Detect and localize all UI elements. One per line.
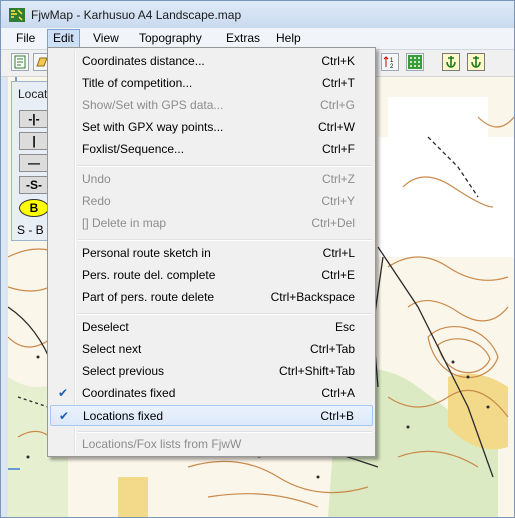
anchor-icon: [446, 56, 456, 68]
menu-item-label: Select previous: [82, 364, 165, 378]
menu-item-label: Select next: [82, 342, 142, 356]
menu-item-shortcut: Ctrl+K: [321, 54, 355, 68]
panel-button-s[interactable]: -S-: [19, 176, 49, 194]
menu-item-select-previous[interactable]: Select previous Ctrl+Shift+Tab: [50, 361, 373, 382]
menu-item-shortcut: Ctrl+T: [322, 76, 355, 90]
menu-item-route-part-delete[interactable]: Part of pers. route delete Ctrl+Backspac…: [50, 287, 373, 308]
menu-help[interactable]: Help: [271, 30, 306, 46]
menu-item-shortcut: Ctrl+Y: [321, 194, 355, 208]
menu-separator: [78, 431, 372, 433]
app-icon: [9, 8, 25, 22]
anchor-icon: [471, 56, 481, 68]
menu-view[interactable]: View: [88, 30, 124, 46]
menu-item-personal-route-sketch[interactable]: Personal route sketch in Ctrl+L: [50, 243, 373, 264]
menu-item-redo: Redo Ctrl+Y: [50, 191, 373, 212]
menu-item-locations-fixed[interactable]: ✔ Locations fixed Ctrl+B: [50, 405, 373, 426]
menu-item-label: [] Delete in map: [82, 216, 167, 230]
menu-item-select-next[interactable]: Select next Ctrl+Tab: [50, 339, 373, 360]
menu-item-shortcut: Ctrl+Shift+Tab: [278, 364, 355, 378]
menu-item-shortcut: Ctrl+Z: [322, 172, 355, 186]
anchor-button-1[interactable]: [442, 53, 460, 71]
menu-item-shortcut: Ctrl+Backspace: [270, 290, 355, 304]
menu-item-title-of-competition[interactable]: Title of competition... Ctrl+T: [50, 73, 373, 94]
menu-item-deselect[interactable]: Deselect Esc: [50, 317, 373, 338]
menu-item-label: Undo: [82, 172, 111, 186]
edit-menu-dropdown: Coordinates distance... Ctrl+K Title of …: [47, 47, 376, 457]
panel-s-b-label: S - B: [17, 223, 44, 237]
panel-title: Locat: [18, 87, 48, 101]
panel-button-vertical[interactable]: |: [19, 132, 49, 150]
menu-item-shortcut: Ctrl+Tab: [309, 342, 355, 356]
grid-dots-button[interactable]: [406, 53, 424, 71]
menu-item-locations-from-fjww: Locations/Fox lists from FjwW: [50, 434, 373, 455]
menu-item-shortcut: Esc: [334, 320, 355, 334]
window-title: FjwMap - Karhusuo A4 Landscape.map: [31, 8, 242, 22]
menu-item-shortcut: Ctrl+Del: [311, 216, 355, 230]
panel-button-b[interactable]: B: [19, 199, 49, 217]
menu-item-label: Redo: [82, 194, 111, 208]
menu-item-label: Locations fixed: [83, 409, 164, 423]
menu-item-foxlist-sequence[interactable]: Foxlist/Sequence... Ctrl+F: [50, 139, 373, 160]
dots-icon: [408, 55, 422, 69]
panel-button-horizontal[interactable]: —: [19, 154, 49, 172]
menu-item-label: Foxlist/Sequence...: [82, 142, 185, 156]
sort-button[interactable]: 12: [381, 53, 399, 71]
new-file-icon: [14, 55, 26, 69]
menu-item-label: Title of competition...: [82, 76, 193, 90]
svg-text:2: 2: [390, 64, 394, 70]
menu-item-label: Pers. route del. complete: [82, 268, 216, 282]
title-bar: FjwMap - Karhusuo A4 Landscape.map: [1, 1, 514, 28]
menu-item-coordinates-distance[interactable]: Coordinates distance... Ctrl+K: [50, 51, 373, 72]
menu-item-delete-in-map: [] Delete in map Ctrl+Del: [50, 213, 373, 234]
menu-extras[interactable]: Extras: [221, 30, 265, 46]
menu-item-label: Deselect: [82, 320, 129, 334]
panel-button-cross[interactable]: -|-: [19, 110, 49, 128]
menu-edit[interactable]: Edit: [47, 29, 80, 48]
menu-item-coordinates-fixed[interactable]: ✔ Coordinates fixed Ctrl+A: [50, 383, 373, 404]
checkmark-icon: ✔: [58, 386, 69, 400]
menu-item-label: Coordinates distance...: [82, 54, 205, 68]
menu-item-label: Show/Set with GPS data...: [82, 98, 224, 112]
menu-file[interactable]: File: [11, 30, 40, 46]
anchor-button-2[interactable]: [467, 53, 485, 71]
menu-item-label: Coordinates fixed: [82, 386, 176, 400]
menu-topography[interactable]: Topography: [134, 30, 207, 46]
menu-item-label: Part of pers. route delete: [82, 290, 215, 304]
menu-item-gps-data: Show/Set with GPS data... Ctrl+G: [50, 95, 373, 116]
menu-separator: [78, 165, 372, 167]
menu-item-shortcut: Ctrl+W: [318, 120, 355, 134]
menu-item-shortcut: Ctrl+E: [321, 268, 355, 282]
menu-item-route-delete-complete[interactable]: Pers. route del. complete Ctrl+E: [50, 265, 373, 286]
menu-separator: [78, 313, 372, 315]
menu-item-undo: Undo Ctrl+Z: [50, 169, 373, 190]
menu-item-shortcut: Ctrl+F: [322, 142, 355, 156]
menu-item-shortcut: Ctrl+B: [320, 409, 354, 423]
menu-item-shortcut: Ctrl+G: [319, 98, 355, 112]
menu-item-label: Personal route sketch in: [82, 246, 211, 260]
menu-item-shortcut: Ctrl+L: [322, 246, 355, 260]
sort-order-icon: 12: [383, 56, 394, 70]
menu-item-label: Set with GPX way points...: [82, 120, 224, 134]
menu-separator: [78, 239, 372, 241]
new-file-button[interactable]: [11, 53, 29, 71]
menu-item-gpx-way-points[interactable]: Set with GPX way points... Ctrl+W: [50, 117, 373, 138]
menu-item-label: Locations/Fox lists from FjwW: [82, 437, 242, 451]
checkmark-icon: ✔: [59, 409, 70, 423]
menu-item-shortcut: Ctrl+A: [321, 386, 355, 400]
